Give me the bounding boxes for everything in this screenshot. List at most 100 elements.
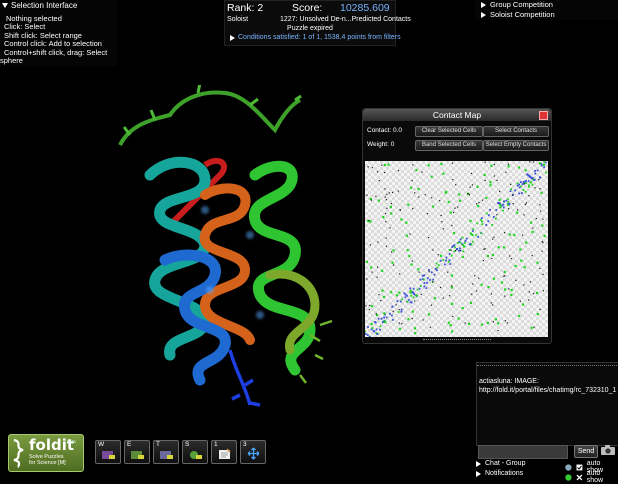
contact-cell bbox=[434, 297, 436, 299]
group-competition-toggle[interactable]: Group Competition bbox=[481, 0, 553, 9]
contact-value: Contact: 0.0 bbox=[367, 127, 402, 134]
contact-cell bbox=[370, 221, 372, 223]
conditions-toggle[interactable]: Conditions satisfied: 1 of 1, 1538.4 poi… bbox=[230, 34, 401, 41]
shake-sidechains-tool-button[interactable]: S bbox=[182, 440, 208, 464]
foldit-logo[interactable]: foldit beta Solve Puzzles for Science [M… bbox=[8, 434, 84, 472]
contact-cell bbox=[472, 228, 474, 230]
contact-cell bbox=[391, 315, 393, 317]
contact-cell bbox=[474, 275, 475, 276]
contact-cell bbox=[425, 194, 426, 195]
contact-map-grid[interactable] bbox=[365, 161, 548, 337]
contact-cell bbox=[518, 166, 520, 168]
contact-cell bbox=[391, 203, 392, 204]
contact-cell bbox=[519, 187, 521, 189]
select-empty-contacts-button[interactable]: Select Empty Contacts bbox=[483, 140, 549, 151]
contact-cell bbox=[405, 296, 407, 298]
clear-selected-cells-button[interactable]: Clear Selected Cells bbox=[415, 126, 483, 137]
soloist-competition-toggle[interactable]: Soloist Competition bbox=[481, 10, 555, 19]
contact-map-titlebar[interactable]: Contact Map bbox=[363, 109, 551, 121]
contact-cell bbox=[401, 323, 402, 324]
contact-cell bbox=[517, 185, 519, 187]
contact-cell bbox=[369, 305, 370, 306]
contact-cell bbox=[393, 311, 394, 312]
contact-cell bbox=[528, 300, 529, 301]
chat-channel-toggle[interactable]: Chat - Group bbox=[476, 460, 525, 467]
contact-cell bbox=[481, 324, 483, 326]
expand-triangle-icon[interactable] bbox=[481, 2, 486, 8]
protein-3d-view[interactable] bbox=[110, 85, 360, 420]
chat-channel-label: Chat - Group bbox=[485, 460, 525, 467]
contact-cell bbox=[431, 271, 433, 273]
contact-cell bbox=[504, 232, 505, 233]
shake-tool-button[interactable]: T bbox=[153, 440, 179, 464]
close-icon[interactable] bbox=[539, 111, 548, 120]
contact-cell bbox=[507, 201, 509, 203]
contact-cell bbox=[532, 231, 534, 233]
contact-cell bbox=[367, 334, 369, 336]
contact-cell bbox=[445, 192, 447, 194]
contact-cell bbox=[414, 300, 415, 301]
selection-interface-header[interactable]: Selection Interface bbox=[2, 1, 77, 10]
contact-cell bbox=[399, 309, 400, 310]
contact-cell bbox=[397, 300, 399, 302]
contact-cell bbox=[544, 235, 546, 237]
contact-cell bbox=[493, 216, 495, 218]
notifications-toggle[interactable]: Notifications bbox=[476, 470, 523, 477]
expand-triangle-icon[interactable] bbox=[476, 461, 481, 467]
resize-grip[interactable] bbox=[423, 339, 491, 342]
notifications-auto-show[interactable]: auto show bbox=[565, 470, 618, 484]
contact-cell bbox=[440, 163, 442, 165]
send-button[interactable]: Send bbox=[574, 445, 598, 458]
contact-cell bbox=[381, 165, 382, 166]
contact-cell bbox=[365, 333, 367, 335]
contact-cell bbox=[478, 278, 479, 279]
contact-cell bbox=[525, 242, 527, 244]
contact-cell bbox=[499, 206, 501, 208]
notes-tool-button[interactable]: 1 bbox=[211, 440, 237, 464]
contact-cell bbox=[448, 261, 450, 263]
expand-triangle-icon[interactable] bbox=[476, 471, 481, 477]
expand-triangle-icon[interactable] bbox=[481, 12, 486, 18]
expand-triangle-icon[interactable] bbox=[230, 35, 235, 41]
contact-cell bbox=[528, 186, 530, 188]
contact-cell bbox=[512, 195, 513, 196]
contact-cell bbox=[542, 219, 543, 220]
contact-cell bbox=[511, 289, 513, 291]
select-contacts-button[interactable]: Select Contacts bbox=[483, 126, 549, 137]
wiggle-tool-button[interactable]: W bbox=[95, 440, 121, 464]
contact-cell bbox=[451, 303, 453, 305]
contact-cell bbox=[530, 281, 531, 282]
notifications-auto-show-label: auto show bbox=[587, 470, 618, 484]
contact-cell bbox=[448, 322, 450, 324]
collapse-triangle-icon[interactable] bbox=[2, 3, 8, 8]
chat-resize-grip[interactable] bbox=[477, 365, 618, 368]
contact-cell bbox=[452, 179, 453, 180]
contact-cell bbox=[457, 318, 459, 320]
contact-cell bbox=[507, 204, 509, 206]
contact-cell bbox=[401, 298, 403, 300]
chat-message-user[interactable]: actiasluna bbox=[479, 378, 511, 385]
contact-cell bbox=[413, 288, 415, 290]
score-panel: Rank: 2 Score: 10285.609 Soloist 1227: U… bbox=[224, 0, 396, 46]
contact-cell bbox=[412, 164, 413, 165]
contact-cell bbox=[525, 191, 527, 193]
contact-cell bbox=[518, 193, 520, 195]
contact-cell bbox=[544, 161, 546, 162]
chat-input[interactable] bbox=[478, 445, 568, 459]
contact-cell bbox=[509, 255, 510, 256]
foldit-emblem-icon bbox=[11, 438, 27, 468]
contact-cell bbox=[383, 320, 385, 322]
band-selected-cells-button[interactable]: Band Selected Cells bbox=[415, 140, 483, 151]
contact-cell bbox=[518, 315, 520, 317]
contact-cell bbox=[420, 285, 422, 287]
move-tool-button[interactable]: 3 bbox=[240, 440, 266, 464]
contact-cell bbox=[386, 208, 387, 209]
wiggle-sidechains-tool-button[interactable]: E bbox=[124, 440, 150, 464]
notes-icon bbox=[217, 447, 232, 460]
camera-icon[interactable] bbox=[600, 444, 616, 456]
loop-tail bbox=[230, 350, 260, 405]
cross-checkbox-icon[interactable] bbox=[576, 474, 583, 481]
contact-cell bbox=[499, 191, 500, 192]
contact-cell bbox=[432, 282, 433, 283]
contact-cell bbox=[423, 319, 424, 320]
